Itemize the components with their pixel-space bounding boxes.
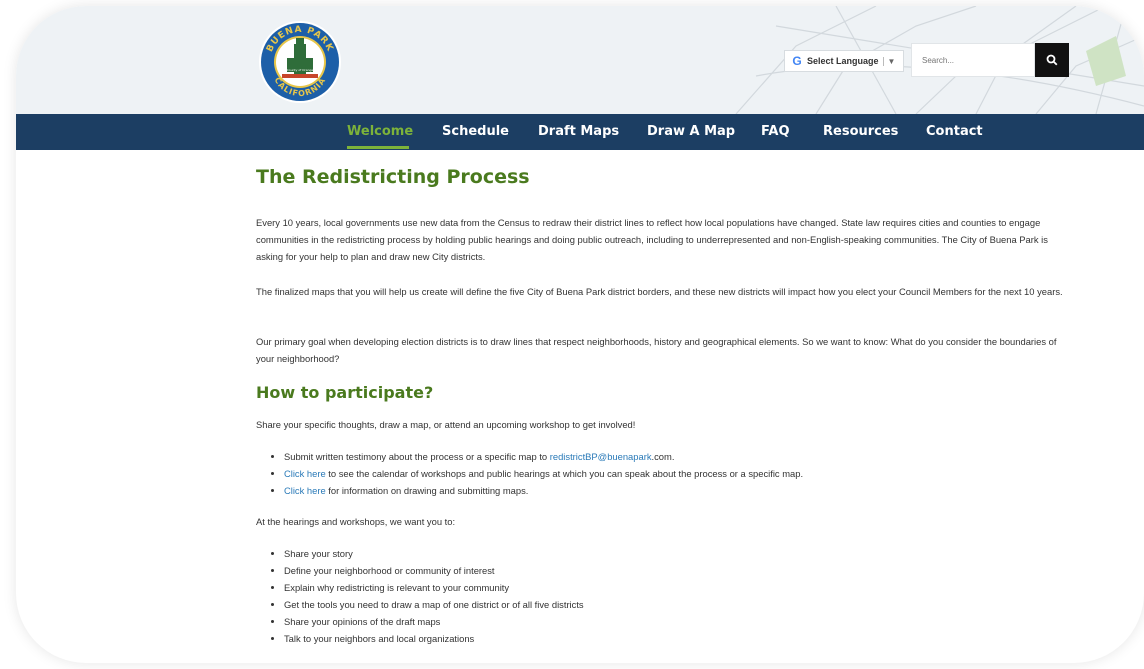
list-item: Share your opinions of the draft maps — [284, 613, 1074, 630]
list-item: Explain why redistricting is relevant to… — [284, 579, 1074, 596]
nav-active-indicator — [347, 146, 409, 149]
site-header: BUENA PARK CALIFORNIA County of Orange G… — [16, 6, 1144, 114]
list-item: Click here for information on drawing an… — [284, 482, 1074, 499]
nav-draft-maps[interactable]: Draft Maps — [538, 114, 619, 150]
list-item: Submit written testimony about the proce… — [284, 448, 1074, 465]
nav-welcome[interactable]: Welcome — [347, 114, 413, 150]
search-button[interactable] — [1035, 43, 1069, 77]
language-label: Select Language — [807, 56, 879, 66]
nav-draw-a-map[interactable]: Draw A Map — [647, 114, 735, 150]
participate-list: Submit written testimony about the proce… — [256, 448, 1074, 499]
main-nav: Welcome Schedule Draft Maps Draw A Map F… — [16, 114, 1144, 150]
email-link[interactable]: redistrictBP@buenapark — [550, 451, 652, 462]
participate-intro: Share your specific thoughts, draw a map… — [256, 419, 636, 430]
nav-faq[interactable]: FAQ — [761, 114, 790, 150]
list-item: Talk to your neighbors and local organiz… — [284, 630, 1074, 647]
calendar-link[interactable]: Click here — [284, 468, 326, 479]
hearings-list: Share your story Define your neighborhoo… — [256, 545, 1074, 647]
maps-paragraph: The finalized maps that you will help us… — [256, 286, 1063, 297]
hearings-intro: At the hearings and workshops, we want y… — [256, 516, 456, 527]
google-g-icon: G — [792, 54, 802, 68]
list-item: Click here to see the calendar of worksh… — [284, 465, 1074, 482]
nav-schedule[interactable]: Schedule — [442, 114, 509, 150]
city-seal-logo[interactable]: BUENA PARK CALIFORNIA County of Orange — [258, 20, 342, 104]
nav-contact[interactable]: Contact — [926, 114, 983, 150]
language-select[interactable]: G Select Language ▼ — [784, 50, 904, 72]
section-heading: How to participate? — [256, 383, 434, 402]
page-title: The Redistricting Process — [256, 166, 530, 188]
list-item: Get the tools you need to draw a map of … — [284, 596, 1074, 613]
goal-paragraph: Our primary goal when developing electio… — [256, 336, 1057, 364]
chevron-down-icon: ▼ — [882, 56, 895, 66]
intro-paragraph: Every 10 years, local governments use ne… — [256, 217, 1048, 262]
browser-frame: BUENA PARK CALIFORNIA County of Orange G… — [16, 6, 1144, 663]
search-icon — [1046, 54, 1058, 66]
nav-resources[interactable]: Resources — [823, 114, 898, 150]
search-input[interactable] — [911, 43, 1035, 77]
logo-small-text: County of Orange — [287, 68, 314, 72]
list-item: Define your neighborhood or community of… — [284, 562, 1074, 579]
list-item: Share your story — [284, 545, 1074, 562]
draw-maps-link[interactable]: Click here — [284, 485, 326, 496]
